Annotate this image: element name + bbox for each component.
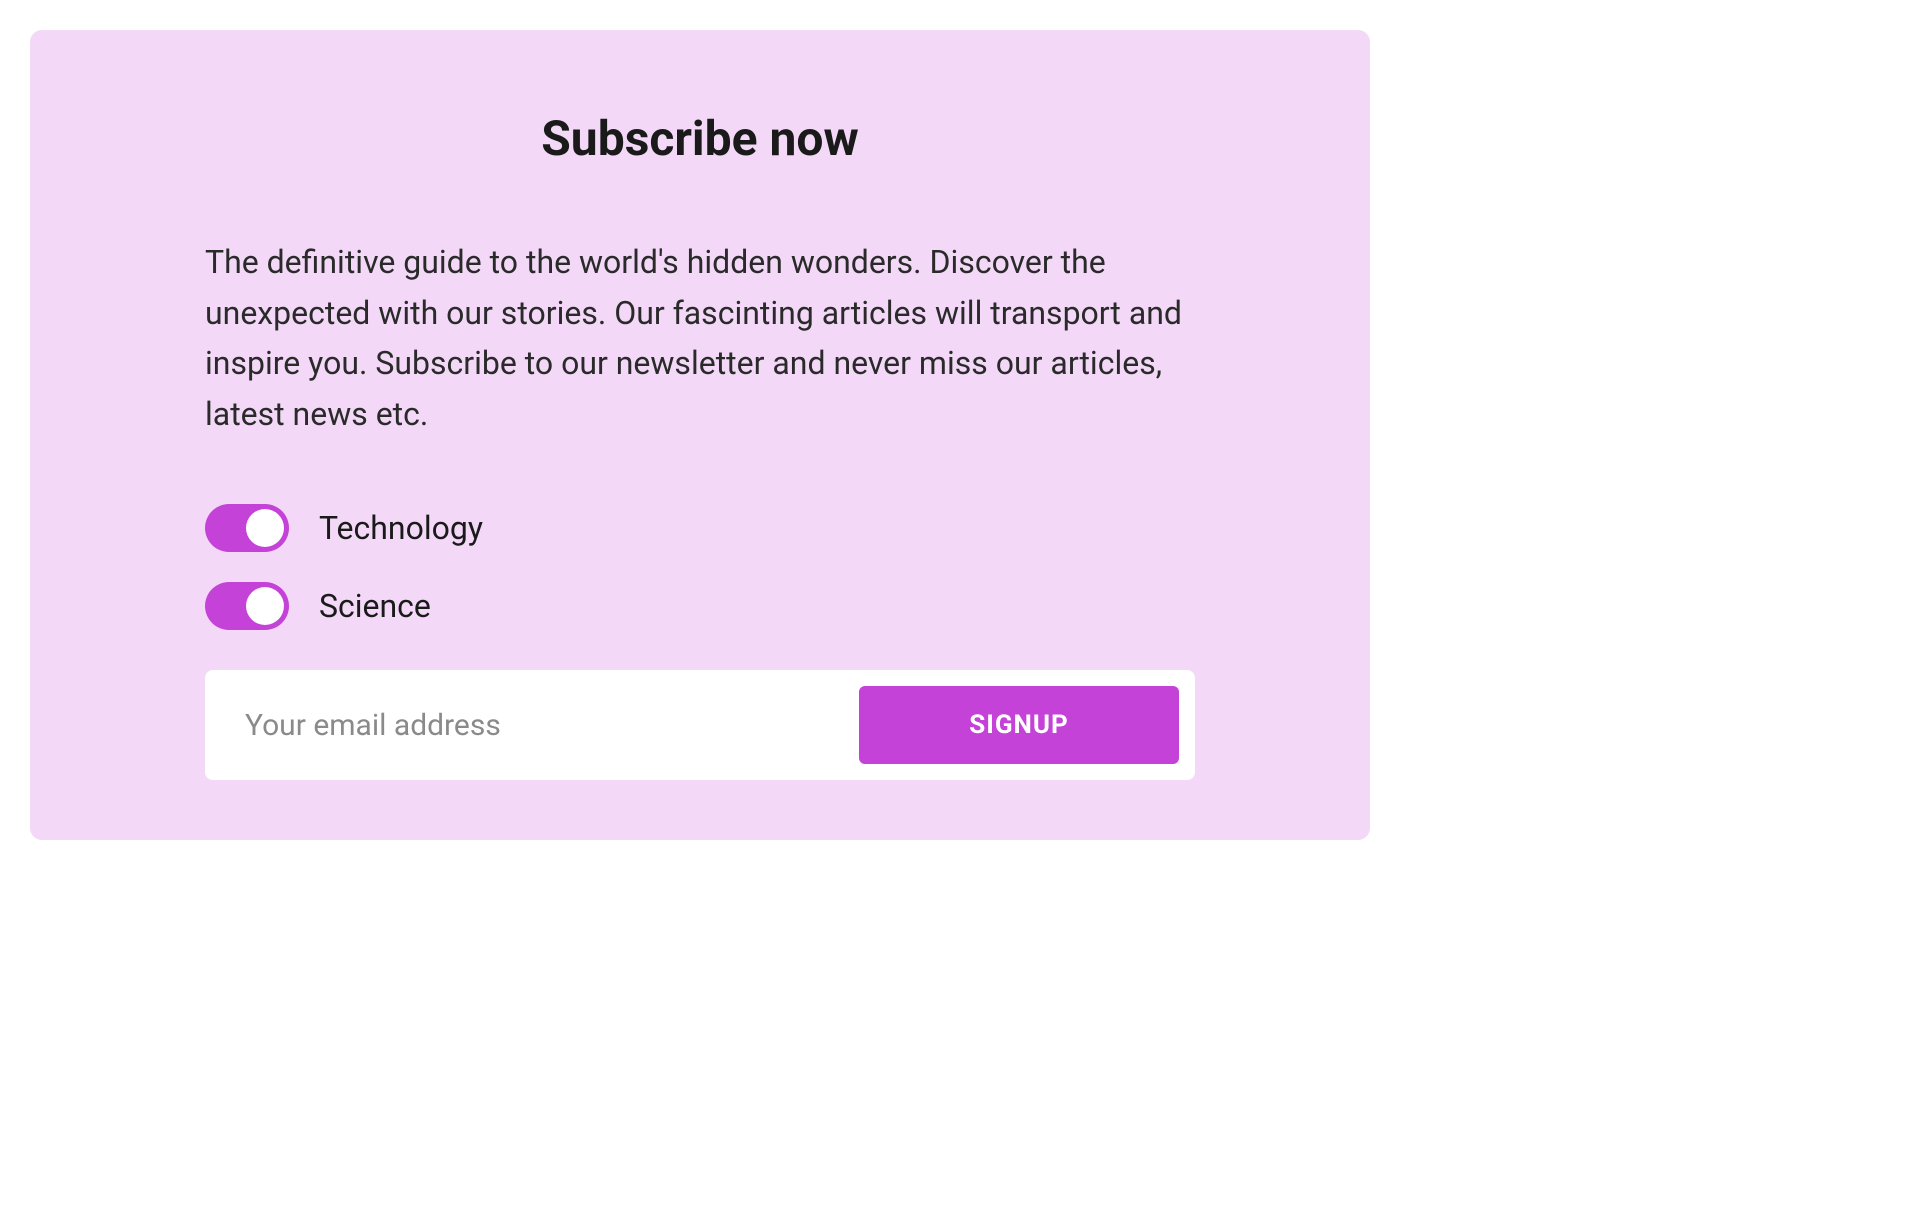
card-title: Subscribe now: [205, 110, 1195, 167]
toggle-list: Technology Science: [205, 504, 1195, 630]
toggle-row-science: Science: [205, 582, 1195, 630]
toggle-label-science: Science: [319, 587, 431, 625]
email-input[interactable]: [221, 686, 843, 764]
toggle-technology[interactable]: [205, 504, 289, 552]
subscribe-card: Subscribe now The definitive guide to th…: [30, 30, 1370, 840]
toggle-thumb: [246, 509, 284, 547]
toggle-row-technology: Technology: [205, 504, 1195, 552]
card-description: The definitive guide to the world's hidd…: [205, 237, 1195, 439]
toggle-science[interactable]: [205, 582, 289, 630]
toggle-label-technology: Technology: [319, 509, 483, 547]
email-row: SIGNUP: [205, 670, 1195, 780]
signup-button[interactable]: SIGNUP: [859, 686, 1179, 764]
toggle-thumb: [246, 587, 284, 625]
